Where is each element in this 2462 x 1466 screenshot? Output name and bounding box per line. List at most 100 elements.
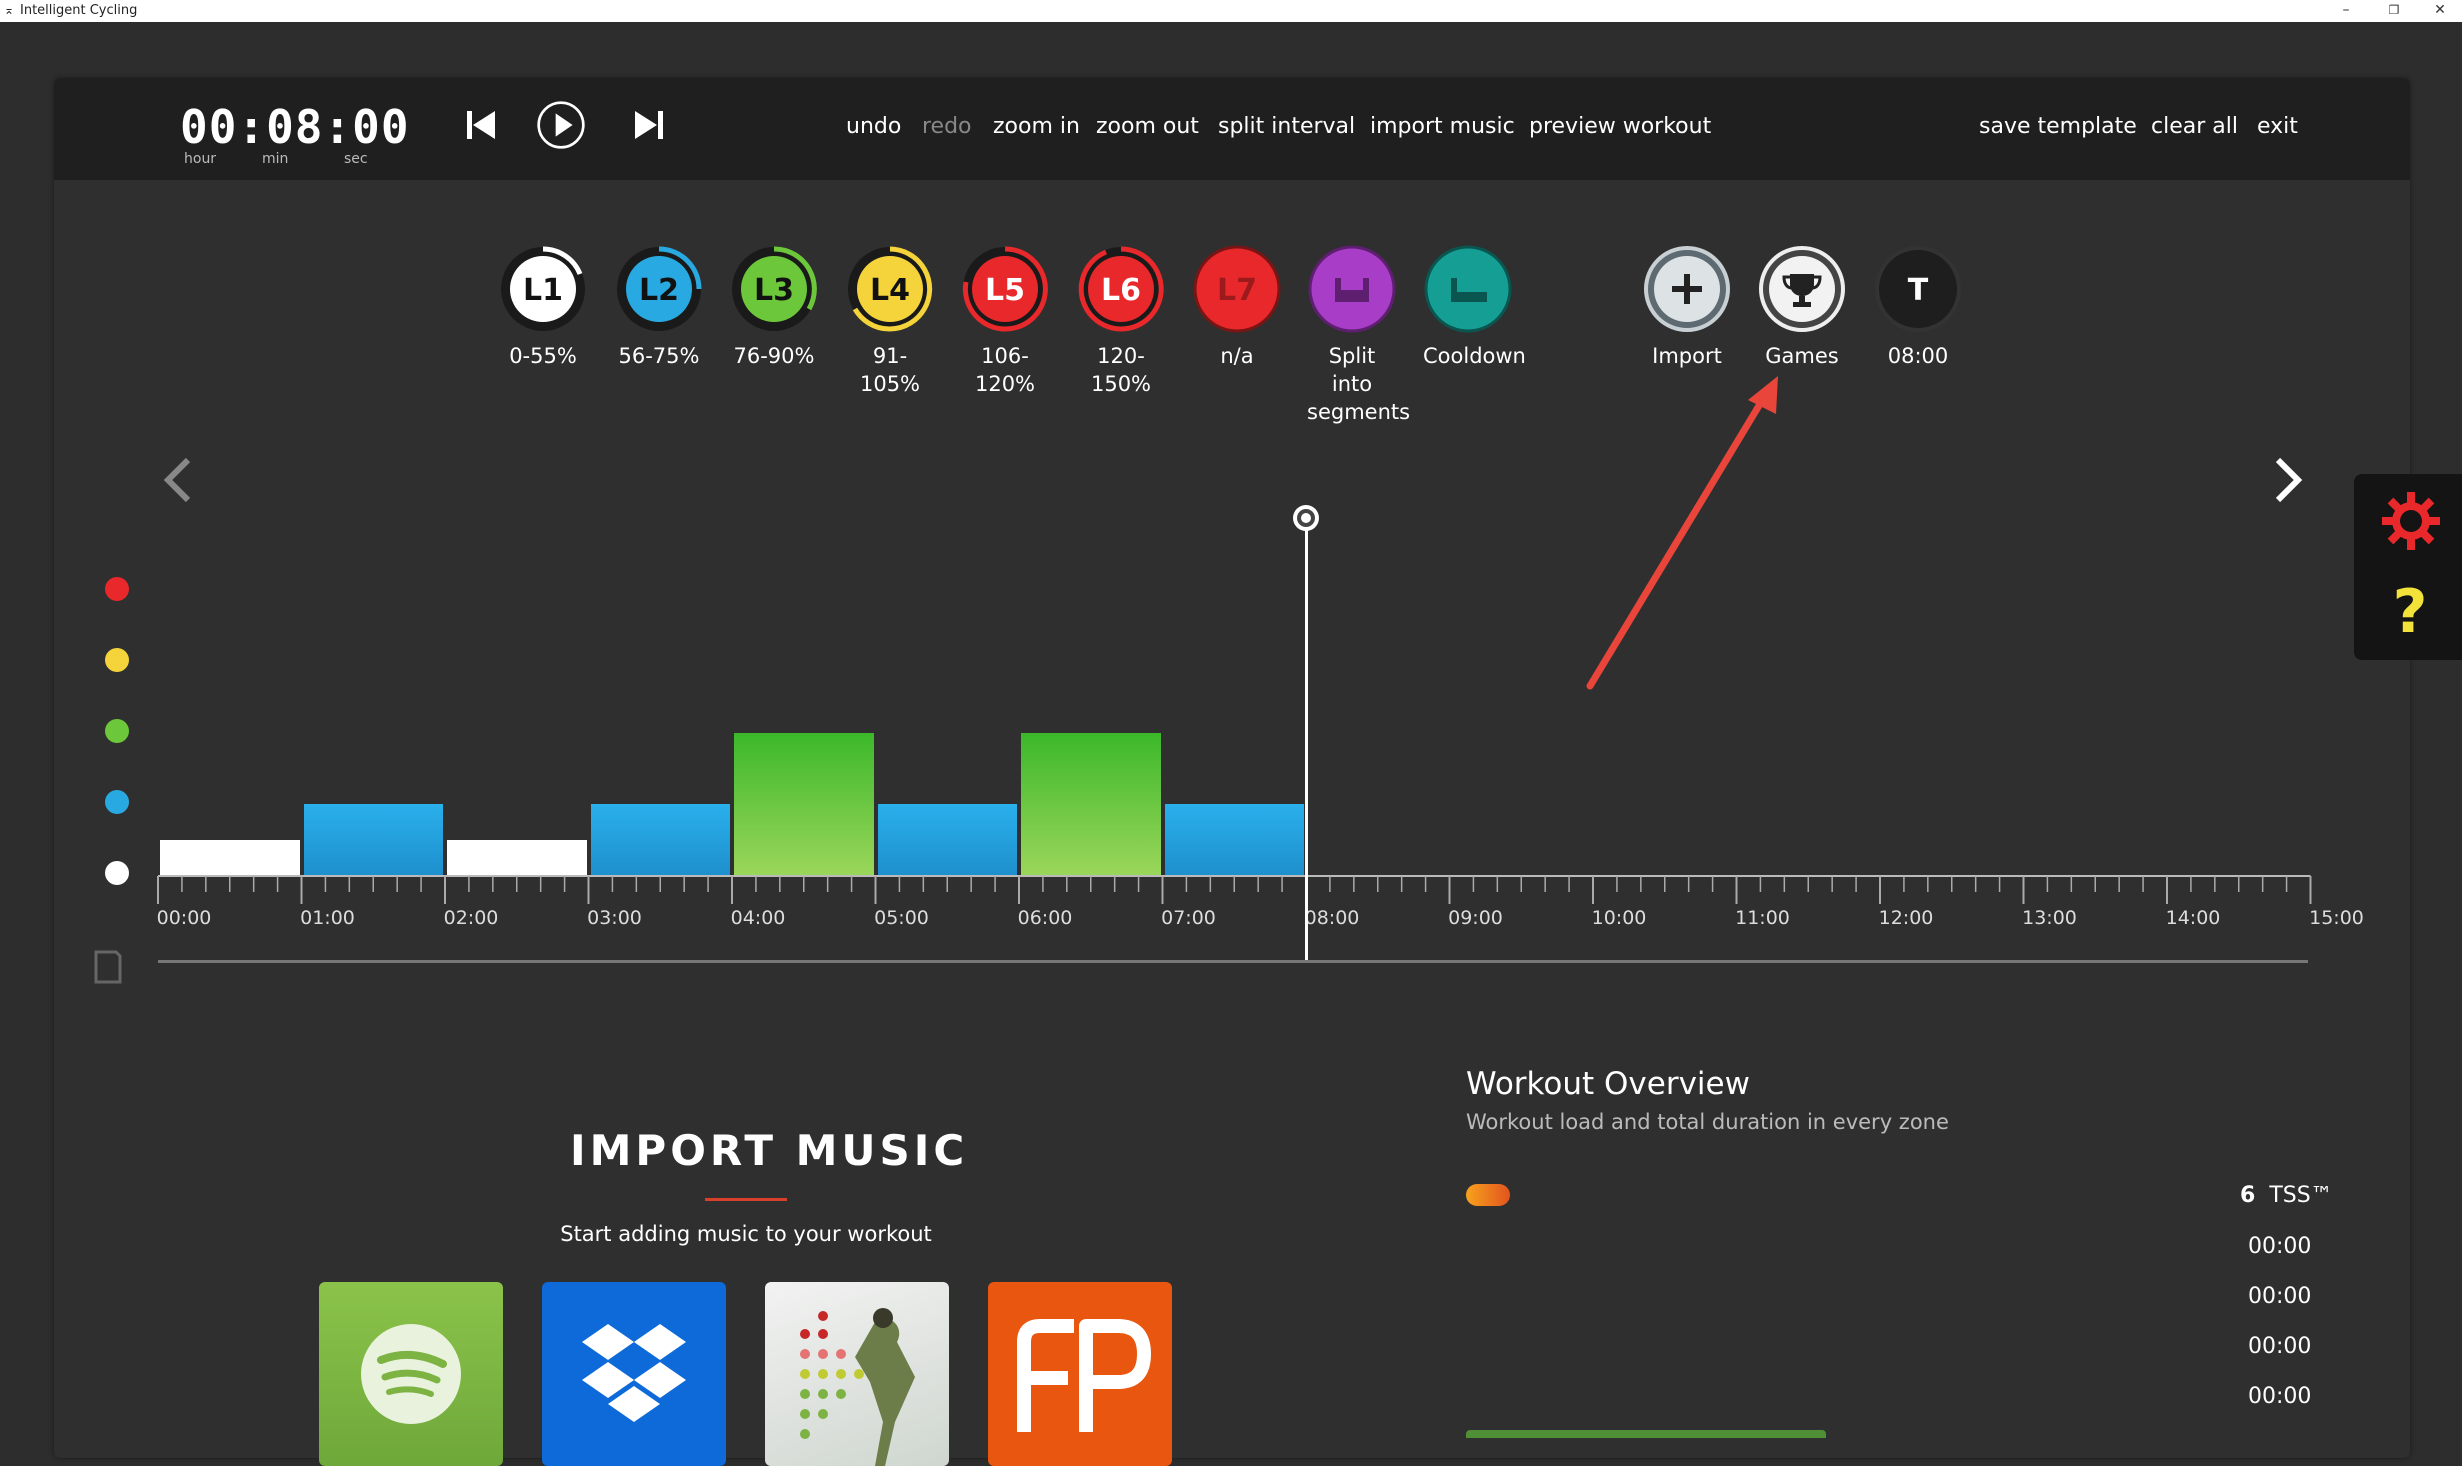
- skip-back-button[interactable]: [456, 100, 506, 150]
- plus-icon: [1644, 246, 1730, 332]
- duration-t-icon: T: [1875, 246, 1961, 332]
- play-icon: [537, 101, 585, 149]
- split-segments-button[interactable]: Split into segments: [1307, 244, 1411, 426]
- zone-l7-icon: L7: [1193, 245, 1281, 333]
- fitradio-icon: [1017, 1319, 1151, 1432]
- zone-l4-button[interactable]: L4 91-105%: [845, 244, 935, 398]
- games-label: Games: [1765, 344, 1839, 368]
- svg-text:L3: L3: [754, 273, 794, 308]
- preview-workout-button[interactable]: preview workout: [1529, 114, 1711, 139]
- tick-label: 12:00: [1878, 907, 1934, 929]
- zone-l2-icon: L2: [617, 246, 702, 331]
- cooldown-icon: [1424, 245, 1512, 333]
- zone-time-3: 00:00: [2248, 1334, 2312, 1359]
- tss-indicator: [1466, 1184, 1510, 1206]
- clear-all-button[interactable]: clear all: [2151, 114, 2238, 139]
- tick-label: 05:00: [874, 907, 929, 929]
- zone-l3-label: 76-90%: [733, 344, 815, 368]
- tick-label: 03:00: [587, 907, 642, 929]
- svg-text:L2: L2: [639, 273, 679, 308]
- zone-l6-button[interactable]: L6 120-150%: [1076, 244, 1166, 398]
- interval-bar-5[interactable]: [734, 733, 874, 876]
- tick-label: 07:00: [1161, 907, 1216, 929]
- zone-l5-icon: L5: [962, 246, 1048, 332]
- import-music-underline: [705, 1198, 787, 1201]
- svg-text:L1: L1: [523, 273, 563, 308]
- skip-forward-button[interactable]: [624, 100, 674, 150]
- annotation-arrow: [1586, 376, 1778, 690]
- help-button[interactable]: ?: [2386, 578, 2434, 640]
- zone-l4-icon: L4: [848, 246, 933, 332]
- svg-text:T: T: [1908, 273, 1929, 308]
- redo-button[interactable]: redo: [922, 114, 972, 139]
- tick-label: 01:00: [300, 907, 355, 929]
- zone-l7-label: n/a: [1220, 344, 1254, 368]
- skip-forward-icon: [635, 111, 663, 139]
- zoom-out-button[interactable]: zoom out: [1096, 114, 1199, 139]
- timeline-axis: [157, 875, 2312, 904]
- workout-overview-subtitle: Workout load and total duration in every…: [1466, 1110, 1949, 1134]
- import-music-button[interactable]: import music: [1370, 114, 1515, 139]
- playhead-knob-icon: [1293, 505, 1319, 531]
- interval-bar-7[interactable]: [1021, 733, 1161, 876]
- import-button[interactable]: Import: [1642, 244, 1732, 370]
- timer-unit-hour: hour: [184, 151, 217, 167]
- split-interval-button[interactable]: split interval: [1218, 114, 1355, 139]
- skip-back-icon: [467, 111, 495, 139]
- dropbox-tile[interactable]: [542, 1282, 726, 1466]
- window-titlebar: ⌅ Intelligent Cycling – ❐ ✕: [0, 0, 2462, 22]
- chevron-left-icon: [163, 457, 191, 503]
- dropbox-icon: [582, 1324, 686, 1422]
- tick-label: 14:00: [2165, 907, 2221, 929]
- import-music-title: IMPORT MUSIC: [570, 1126, 969, 1175]
- cooldown-button[interactable]: Cooldown: [1423, 244, 1526, 370]
- undo-button[interactable]: undo: [846, 114, 901, 139]
- app-icon: ⌅: [4, 3, 15, 17]
- spotify-tile[interactable]: [319, 1282, 503, 1466]
- tick-label: 13:00: [2022, 907, 2077, 929]
- settings-gear-button[interactable]: [2382, 492, 2440, 550]
- tick-label: 02:00: [443, 907, 499, 929]
- music-track-icon: [94, 950, 122, 984]
- minimize-button[interactable]: –: [2326, 0, 2366, 22]
- svg-text:L5: L5: [985, 273, 1025, 308]
- import-label: Import: [1652, 344, 1722, 368]
- exit-button[interactable]: exit: [2257, 114, 2298, 139]
- play-button[interactable]: [536, 100, 586, 150]
- zone-l7-button[interactable]: L7 n/a: [1192, 244, 1282, 370]
- zone-l3-button[interactable]: L3 76-90%: [729, 244, 819, 370]
- cooldown-label: Cooldown: [1423, 344, 1526, 368]
- zoom-in-button[interactable]: zoom in: [993, 114, 1080, 139]
- tick-label: 00:00: [156, 907, 212, 929]
- workout-overview-title: Workout Overview: [1466, 1066, 1750, 1102]
- zone-time-1: 00:00: [2248, 1234, 2312, 1259]
- svg-text:L4: L4: [870, 273, 910, 308]
- spotify-icon: [361, 1324, 461, 1424]
- window-title: Intelligent Cycling: [20, 3, 138, 18]
- scroll-left-button[interactable]: [158, 455, 198, 505]
- zone-l1-button[interactable]: L1 0-55%: [498, 244, 588, 370]
- games-button[interactable]: Games: [1757, 244, 1847, 370]
- zone-l2-button[interactable]: L2 56-75%: [614, 244, 704, 370]
- zone-l2-label: 56-75%: [618, 344, 700, 368]
- zone-l6-icon: L6: [1078, 246, 1164, 332]
- timer-unit-min: min: [262, 151, 289, 167]
- tick-label: 15:00: [2309, 907, 2364, 929]
- split-segments-label: Split into segments: [1307, 344, 1411, 424]
- zone-progress-bar: [1466, 1430, 1826, 1438]
- tick-label: 04:00: [730, 907, 786, 929]
- side-panel: ?: [2354, 474, 2462, 660]
- playhead-handle[interactable]: [1290, 502, 1322, 962]
- duration-button[interactable]: T 08:00: [1873, 244, 1963, 370]
- save-template-button[interactable]: save template: [1979, 114, 2137, 139]
- zone-l4-label: 91-105%: [859, 344, 921, 396]
- fitradio-tile[interactable]: [988, 1282, 1172, 1466]
- restore-button[interactable]: ❐: [2374, 0, 2414, 22]
- question-mark-icon: ?: [2393, 578, 2428, 640]
- zone-l5-button[interactable]: L5 106-120%: [960, 244, 1050, 398]
- music-library-tile[interactable]: [765, 1282, 949, 1466]
- zone-time-4: 00:00: [2248, 1384, 2312, 1409]
- scroll-right-button[interactable]: [2268, 455, 2308, 505]
- tick-label: 10:00: [1591, 907, 1647, 929]
- close-button[interactable]: ✕: [2420, 0, 2460, 22]
